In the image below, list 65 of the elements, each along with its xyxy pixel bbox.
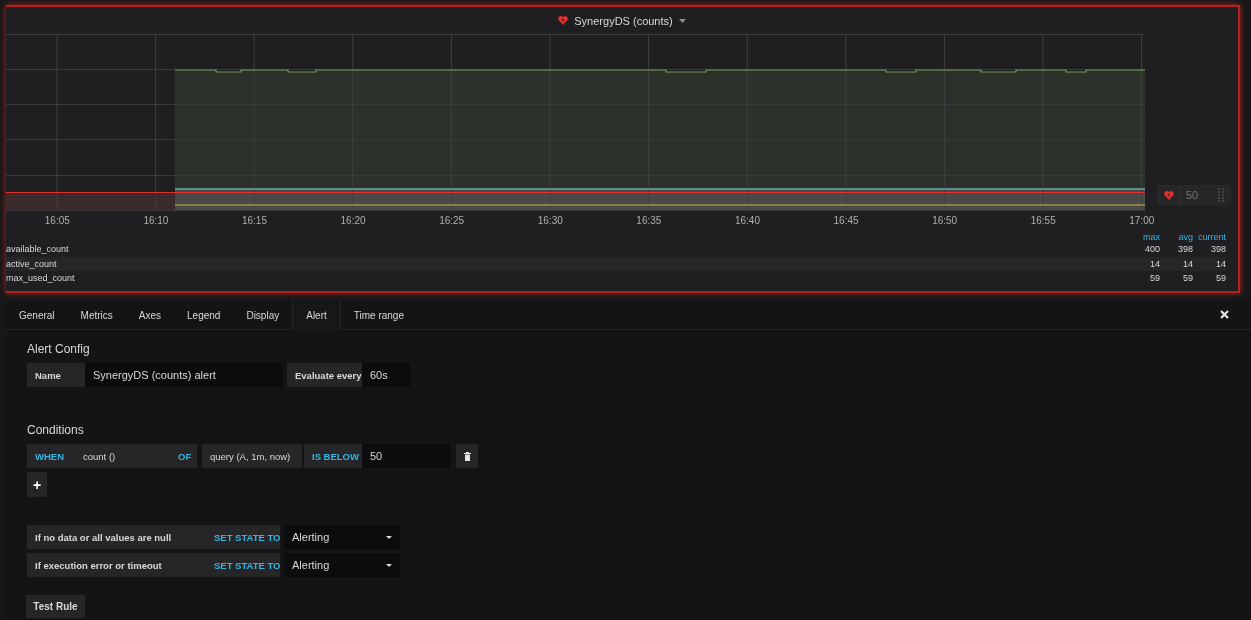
legend-value: 59	[1215, 273, 1226, 284]
keyword-label: SET STATE TO	[206, 553, 280, 577]
time-label: 16:40	[733, 214, 761, 226]
interval-field[interactable]: 60s	[362, 363, 410, 387]
rule-label: If no data or all values are null	[27, 525, 206, 549]
caret-icon	[386, 535, 392, 539]
keyword-label: OF	[170, 444, 197, 468]
editor-tab[interactable]: Metrics	[67, 301, 126, 329]
editor-tab[interactable]: Time range	[340, 301, 417, 329]
editor-tab[interactable]: Alert	[292, 300, 341, 330]
drag-handle-icon[interactable]	[1218, 188, 1224, 202]
legend-value: 400	[1143, 244, 1160, 255]
time-label: 16:20	[339, 214, 367, 226]
legend-value: 398	[1209, 244, 1226, 255]
editor-tab[interactable]: Display	[233, 301, 293, 329]
time-label: 16:10	[142, 214, 170, 226]
state-select[interactable]: Alerting	[284, 553, 400, 577]
caret-icon[interactable]	[678, 18, 686, 23]
time-label: 16:15	[240, 214, 268, 226]
heart-icon	[1163, 190, 1174, 200]
legend-column-header[interactable]: current	[1193, 232, 1226, 242]
legend-value: 398	[1176, 244, 1193, 255]
legend-value: 14	[1182, 258, 1193, 269]
caret-icon	[386, 563, 392, 567]
threshold-field[interactable]: 50	[362, 444, 450, 468]
section-heading: Conditions	[27, 423, 85, 437]
legend-series-name[interactable]: max_used_count	[6, 273, 1127, 284]
time-label: 16:50	[931, 214, 959, 226]
editor-tab[interactable]: General	[6, 301, 68, 329]
keyword-label: SET STATE TO	[206, 525, 280, 549]
keyword-label: WHEN	[27, 444, 75, 468]
keyword-label: IS BELOW	[304, 444, 362, 468]
legend-series-name[interactable]: available_count	[6, 244, 1127, 255]
reducer-picker[interactable]: count ()	[75, 444, 170, 468]
time-label: 16:55	[1029, 214, 1057, 226]
editor-tab[interactable]: Axes	[125, 301, 175, 329]
section-heading: Alert Config	[27, 342, 91, 356]
panel-title[interactable]: SynergyDS (counts)	[574, 14, 673, 27]
legend-column-header[interactable]: max	[1127, 232, 1160, 242]
legend-value: 59	[1182, 273, 1193, 284]
legend-series-name[interactable]: active_count	[6, 258, 1127, 269]
add-condition-button[interactable]: +	[27, 472, 47, 497]
test-rule-button[interactable]: Test Rule	[26, 595, 85, 618]
field-label: Evaluate every	[287, 363, 362, 387]
rule-label: If execution error or timeout	[27, 553, 206, 577]
time-label: 16:30	[536, 214, 564, 226]
delete-button[interactable]	[456, 444, 478, 468]
time-label: 16:45	[832, 214, 860, 226]
state-select[interactable]: Alerting	[284, 525, 400, 549]
editor-tab[interactable]: Legend	[174, 301, 234, 329]
time-label: 16:25	[438, 214, 466, 226]
name-field[interactable]: SynergyDS (counts) alert	[85, 363, 283, 387]
field-label: Name	[27, 363, 85, 387]
query-picker[interactable]: query (A, 1m, now)	[202, 444, 302, 468]
legend-column-header[interactable]: avg	[1160, 232, 1193, 242]
legend-value: 14	[1215, 258, 1226, 269]
legend-value: 59	[1149, 273, 1160, 284]
time-label: 16:05	[43, 214, 71, 226]
close-icon	[1219, 309, 1229, 319]
heart-icon	[558, 16, 569, 25]
time-label: 17:00	[1128, 214, 1156, 226]
time-label: 16:35	[635, 214, 663, 226]
legend-value: 14	[1149, 258, 1160, 269]
close-button[interactable]	[1217, 307, 1231, 321]
trash-icon	[463, 451, 471, 461]
